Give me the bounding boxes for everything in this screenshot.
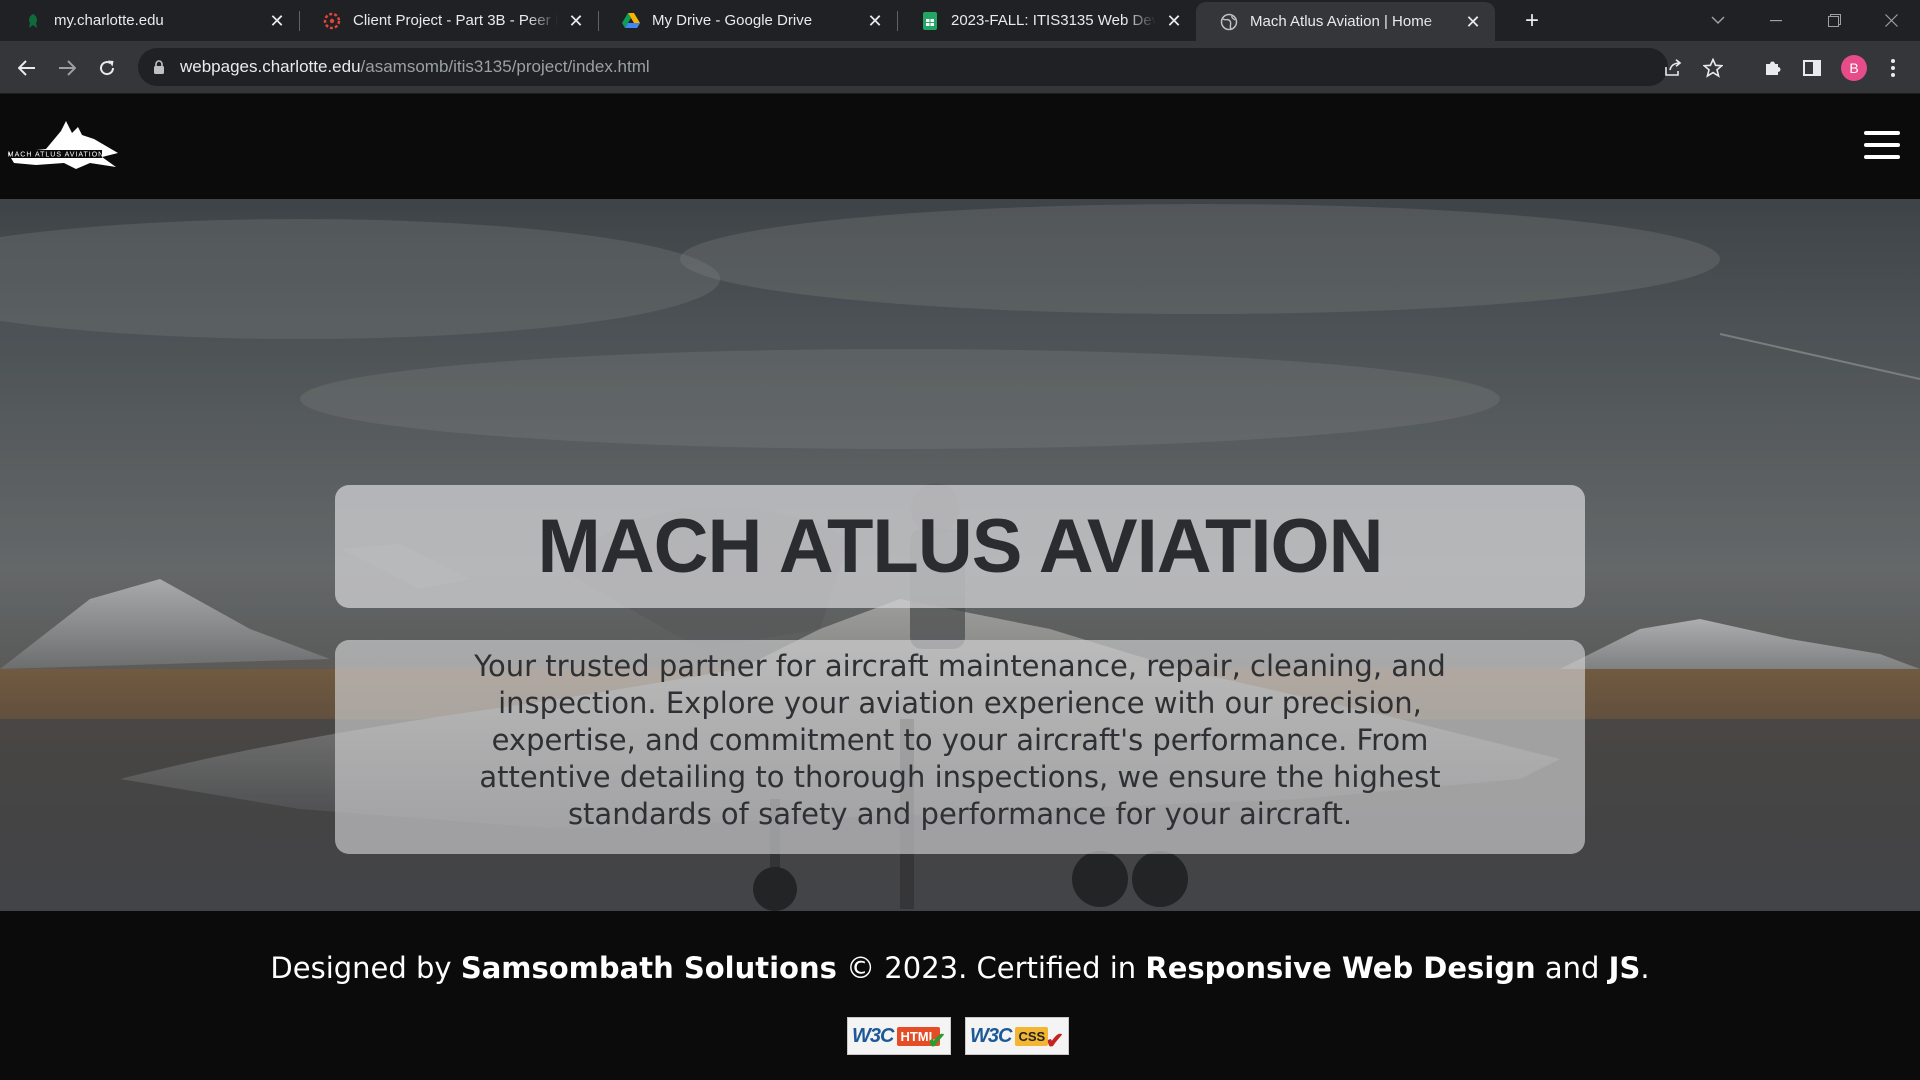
web-page: MACH ATLUS AVIATION MACH ATLUS AVIATION …	[0, 95, 1920, 1080]
arrow-left-icon	[18, 60, 35, 76]
close-icon	[1884, 14, 1898, 27]
tab-title: My Drive - Google Drive	[652, 12, 813, 29]
browser-tab-active[interactable]: Mach Atlus Aviation | Home ✕	[1196, 2, 1495, 41]
css-label: CSS	[1015, 1026, 1049, 1046]
reload-icon	[100, 60, 115, 76]
arrow-right-icon	[59, 60, 76, 76]
w3c-css-badge[interactable]: W3C CSS ✔	[965, 1017, 1069, 1055]
hamburger-line	[1864, 131, 1900, 135]
validation-badges: W3C HTML ✔ W3C CSS ✔	[847, 1017, 1069, 1055]
back-button[interactable]	[11, 52, 43, 84]
more-menu-icon[interactable]	[1880, 55, 1906, 81]
hero-description-panel: Your trusted partner for aircraft mainte…	[335, 640, 1585, 854]
browser-tab[interactable]: my.charlotte.edu ✕	[0, 0, 299, 41]
hero-description: Your trusted partner for aircraft mainte…	[474, 649, 1446, 831]
google-drive-icon	[622, 12, 640, 30]
hero-section: MACH ATLUS AVIATION Your trusted partner…	[0, 199, 1920, 911]
profile-avatar[interactable]: B	[1841, 55, 1867, 81]
side-panel-icon[interactable]	[1799, 55, 1825, 81]
site-header: MACH ATLUS AVIATION	[0, 95, 1920, 199]
jet-logo-icon: MACH ATLUS AVIATION	[8, 121, 118, 169]
tab-close-icon[interactable]: ✕	[1164, 11, 1184, 31]
chevron-down-icon	[1711, 16, 1725, 25]
browser-toolbar: webpages.charlotte.edu/asamsomb/itis3135…	[0, 41, 1920, 94]
footer-middle: © 2023. Certified in	[836, 951, 1146, 985]
lock-icon[interactable]	[152, 60, 166, 74]
site-footer: Designed by Samsombath Solutions © 2023.…	[0, 911, 1920, 1080]
hamburger-line	[1864, 143, 1900, 147]
minimize-button[interactable]	[1747, 0, 1805, 41]
minimize-icon	[1770, 19, 1782, 21]
tab-close-icon[interactable]: ✕	[1463, 12, 1483, 32]
restore-button[interactable]	[1805, 0, 1863, 41]
footer-joiner: and	[1535, 951, 1609, 985]
tab-title: Mach Atlus Aviation | Home	[1250, 13, 1433, 30]
tab-title: my.charlotte.edu	[54, 12, 164, 29]
url-path: /asamsomb/itis3135/project/index.html	[360, 57, 650, 76]
address-bar[interactable]: webpages.charlotte.edu/asamsomb/itis3135…	[138, 48, 1723, 86]
canvas-favicon-icon	[323, 12, 341, 30]
globe-icon	[1220, 13, 1238, 31]
hamburger-menu-button[interactable]	[1864, 131, 1900, 161]
tab-title: Client Project - Part 3B - Peer Evaluati…	[353, 12, 558, 29]
close-window-button[interactable]	[1862, 0, 1920, 41]
tab-search-button[interactable]	[1690, 0, 1746, 41]
w3c-logo: W3C	[970, 1024, 1012, 1047]
tab-close-icon[interactable]: ✕	[865, 11, 885, 31]
w3c-html-badge[interactable]: W3C HTML ✔	[847, 1017, 951, 1055]
new-tab-button[interactable]: +	[1519, 8, 1545, 34]
tab-close-icon[interactable]: ✕	[267, 11, 287, 31]
tab-close-icon[interactable]: ✕	[566, 11, 586, 31]
restore-icon	[1827, 14, 1841, 27]
url-host: webpages.charlotte.edu	[180, 57, 361, 76]
hero-title: MACH ATLUS AVIATION	[537, 504, 1383, 589]
browser-tab[interactable]: 2023-FALL: ITIS3135 Web Development ✕	[897, 0, 1196, 41]
tab-title: 2023-FALL: ITIS3135 Web Development	[951, 12, 1156, 29]
footer-credit: Designed by Samsombath Solutions © 2023.…	[0, 951, 1920, 985]
forward-button[interactable]	[51, 52, 83, 84]
url-text[interactable]: webpages.charlotte.edu/asamsomb/itis3135…	[180, 57, 650, 77]
footer-cert-rwd: Responsive Web Design	[1145, 951, 1536, 985]
checkmark-icon: ✔	[927, 1028, 946, 1053]
reload-button[interactable]	[91, 52, 123, 84]
browser-tab-strip: my.charlotte.edu ✕ Client Project - Part…	[0, 0, 1920, 41]
bookmark-star-icon[interactable]	[1702, 57, 1724, 79]
footer-cert-js: JS	[1608, 951, 1641, 985]
w3c-logo: W3C	[852, 1024, 894, 1047]
share-icon[interactable]	[1662, 57, 1684, 79]
checkmark-icon: ✔	[1045, 1028, 1064, 1053]
footer-suffix: .	[1640, 951, 1650, 985]
logo-text: MACH ATLUS AVIATION	[8, 152, 104, 159]
footer-prefix: Designed by	[270, 951, 461, 985]
footer-company: Samsombath Solutions	[460, 951, 837, 985]
hamburger-line	[1864, 155, 1900, 159]
extensions-puzzle-icon[interactable]	[1760, 55, 1786, 81]
google-sheets-icon	[921, 11, 939, 30]
browser-tab[interactable]: My Drive - Google Drive ✕	[598, 0, 897, 41]
site-logo[interactable]: MACH ATLUS AVIATION	[6, 119, 122, 171]
hero-title-panel: MACH ATLUS AVIATION	[335, 485, 1585, 608]
charlotte-favicon-icon	[24, 12, 42, 30]
browser-tab[interactable]: Client Project - Part 3B - Peer Evaluati…	[299, 0, 598, 41]
